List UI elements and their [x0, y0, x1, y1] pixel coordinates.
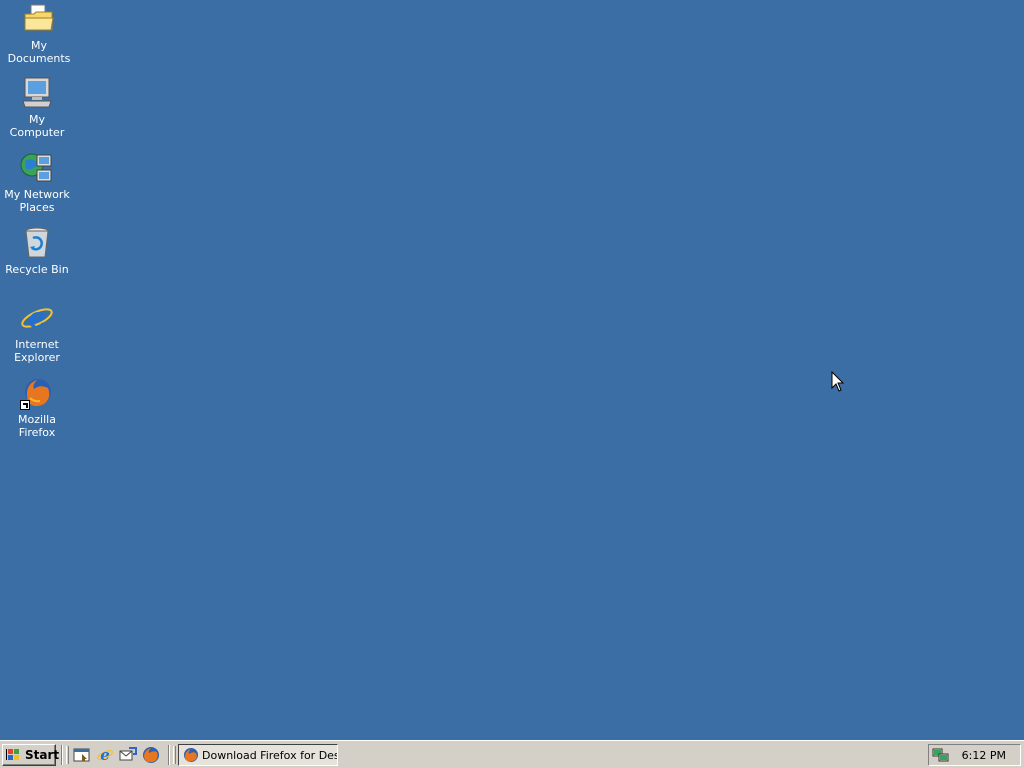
desktop-icon-label: Internet Explorer [14, 338, 60, 364]
desktop-icon-my-documents[interactable]: My Documents [2, 2, 76, 65]
desktop-icon-label: My Computer [9, 113, 65, 139]
desktop-icon-my-network-places[interactable]: My Network Places [0, 151, 74, 214]
quick-launch-grip[interactable] [66, 746, 69, 764]
internet-explorer-icon[interactable]: e [96, 746, 114, 764]
desktop-icon-label: My Network Places [4, 188, 70, 214]
mouse-pointer-icon [831, 370, 845, 393]
shortcut-arrow-icon [20, 400, 30, 410]
firefox-icon [183, 747, 199, 763]
desktop-icon-label: Mozilla Firefox [18, 413, 56, 439]
firefox-shortcut-icon [20, 376, 54, 410]
taskbar-separator [61, 745, 63, 765]
internet-explorer-icon: e [20, 301, 54, 335]
svg-text:e: e [100, 746, 110, 764]
recycle-bin-icon [20, 226, 54, 260]
clock[interactable]: 6:12 PM [962, 749, 1006, 762]
task-area-grip[interactable] [173, 746, 176, 764]
desktop-icon-internet-explorer[interactable]: e Internet Explorer [0, 301, 74, 364]
network-connection-icon[interactable] [932, 747, 950, 763]
desktop-icon-recycle-bin[interactable]: Recycle Bin [0, 226, 74, 276]
taskbar-separator [168, 745, 170, 765]
task-button-label: Download Firefox for Des... [202, 748, 338, 762]
start-button[interactable]: Start [2, 744, 60, 766]
desktop-icon-my-computer[interactable]: My Computer [0, 76, 74, 139]
folder-documents-icon [22, 2, 56, 36]
taskbar: Start e Download Firefox for Des... 6:12… [0, 740, 1024, 768]
system-tray: 6:12 PM [928, 744, 1021, 766]
network-places-icon [20, 151, 54, 185]
desktop-icon-label: My Documents [7, 39, 71, 65]
svg-text:e: e [28, 301, 46, 334]
computer-icon [20, 76, 54, 110]
firefox-icon[interactable] [142, 746, 160, 764]
outlook-express-icon[interactable] [119, 746, 137, 764]
desktop[interactable]: My Documents My Computer My Network Plac… [0, 0, 1024, 740]
desktop-icon-label: Recycle Bin [5, 263, 69, 276]
show-desktop-icon[interactable] [73, 746, 91, 764]
start-label: Start [25, 748, 60, 762]
desktop-icon-mozilla-firefox[interactable]: Mozilla Firefox [0, 376, 74, 439]
task-button-firefox[interactable]: Download Firefox for Des... [178, 744, 338, 766]
windows-logo-icon [6, 748, 22, 762]
